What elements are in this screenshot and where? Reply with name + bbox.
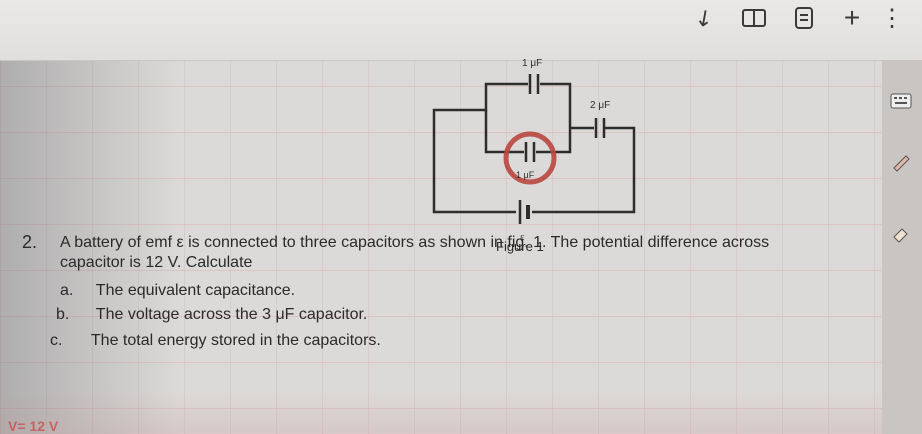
question-number: 2. — [22, 232, 38, 252]
item-text: The voltage across the 3 μF capacitor. — [95, 306, 368, 323]
collapse-arrow-icon[interactable]: ↙ — [685, 0, 724, 37]
question-item-c: c. The total energy stored in the capaci… — [50, 332, 381, 350]
right-tool-strip — [882, 60, 922, 434]
item-letter: a. — [60, 282, 74, 299]
pen-icon[interactable] — [888, 148, 914, 174]
handwritten-note: V= 12 V — [8, 418, 59, 434]
label-right-capacitor: 2 μF — [590, 100, 610, 111]
item-letter: b. — [56, 306, 70, 323]
item-letter: c. — [50, 332, 63, 349]
eraser-icon[interactable] — [888, 220, 914, 246]
question-text-line1: A battery of emf ε is connected to three… — [60, 234, 770, 251]
add-icon[interactable]: + — [838, 2, 866, 33]
page-shadow — [0, 0, 180, 434]
keyboard-icon[interactable] — [888, 88, 914, 114]
circuit-diagram: 1 μF 2 μF 1 μF ε — [432, 58, 636, 243]
more-options-icon[interactable]: ⋮ — [878, 4, 906, 32]
label-middle-capacitor: 1 μF — [516, 170, 535, 180]
question-item-a: a. The equivalent capacitance. — [60, 282, 295, 300]
question-text-line2: capacitor is 12 V. Calculate — [60, 254, 253, 271]
item-text: The equivalent capacitance. — [95, 282, 296, 299]
notes-icon[interactable] — [790, 4, 818, 32]
label-top-capacitor: 1 μF — [522, 58, 542, 69]
page-bottom-shade — [0, 390, 922, 434]
question-item-b: b. The voltage across the 3 μF capacitor… — [56, 306, 367, 324]
book-icon[interactable] — [740, 4, 768, 32]
item-text: The total energy stored in the capacitor… — [90, 332, 381, 349]
